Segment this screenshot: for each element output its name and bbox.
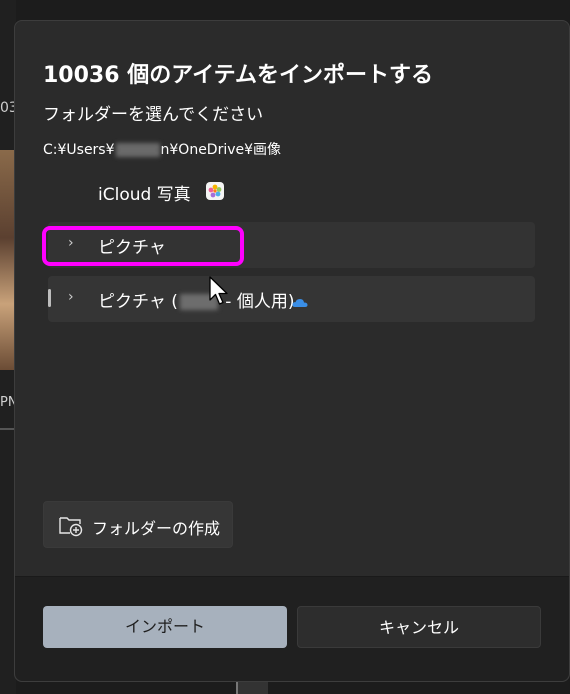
dialog-subtitle: フォルダーを選んでください [43, 105, 264, 125]
create-folder-button[interactable]: フォルダーの作成 [43, 501, 233, 548]
dialog-title: 10036 個のアイテムをインポートする [43, 63, 433, 88]
cancel-button[interactable]: キャンセル [297, 606, 541, 648]
tree-item-pictures-personal[interactable]: › ピクチャ ( - 個人用) [48, 276, 535, 322]
new-folder-icon [58, 512, 84, 538]
label-suffix: - 個人用) [219, 292, 295, 312]
annotation-highlight-box [42, 226, 244, 266]
import-button[interactable]: インポート [43, 606, 287, 648]
onedrive-cloud-icon [292, 293, 308, 307]
redacted-username [115, 143, 160, 157]
create-folder-label: フォルダーの作成 [92, 519, 221, 538]
tree-item-icloud-photos[interactable]: iCloud 写真 [48, 169, 535, 215]
import-dialog: 10036 個のアイテムをインポートする フォルダーを選んでください C:¥Us… [14, 20, 570, 682]
folder-path: C:¥Users¥ n¥OneDrive¥画像 [43, 139, 281, 159]
label-prefix: ピクチャ ( [98, 292, 178, 312]
tree-item-label: ピクチャ ( - 個人用) [98, 287, 294, 312]
path-suffix: n¥OneDrive¥画像 [160, 142, 282, 158]
background-thumbnail [0, 150, 14, 370]
selection-indicator [48, 289, 51, 307]
chevron-right-icon[interactable]: › [68, 289, 74, 305]
tree-item-label: iCloud 写真 [98, 185, 191, 205]
mouse-cursor-icon [209, 276, 231, 308]
apple-photos-icon [206, 182, 224, 200]
path-prefix: C:¥Users¥ [43, 142, 115, 158]
